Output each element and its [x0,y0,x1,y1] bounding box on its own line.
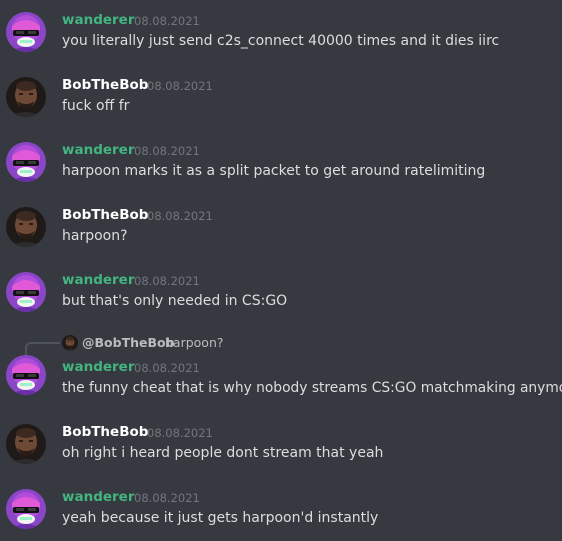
message-author[interactable]: wanderer [62,141,134,159]
wanderer-avatar[interactable] [6,489,46,529]
message-timestamp: 08.08.2021 [147,209,213,223]
message-text: harpoon marks it as a split packet to ge… [62,163,486,179]
message-author[interactable]: wanderer [62,488,134,506]
message-text: fuck off fr [62,98,130,114]
message-timestamp: 08.08.2021 [134,491,200,505]
reply-connector [25,342,60,355]
message: BobTheBob 08.08.2021 oh right i heard pe… [0,422,562,474]
message: BobTheBob 08.08.2021 harpoon? [0,205,562,257]
message-text: harpoon? [62,228,128,244]
bobthebob-avatar[interactable] [6,77,46,117]
message-author[interactable]: BobTheBob [62,423,148,441]
wanderer-avatar[interactable] [6,355,46,395]
message-author[interactable]: wanderer [62,358,134,376]
wanderer-avatar[interactable] [6,12,46,52]
message-timestamp: 08.08.2021 [134,361,200,375]
message: wanderer 08.08.2021 you literally just s… [0,10,562,62]
chat-message-list: wanderer 08.08.2021 you literally just s… [0,0,562,541]
reply-preview[interactable]: @BobTheBob harpoon? [0,333,562,355]
reply-author[interactable]: @BobTheBob [82,334,175,352]
bobthebob-avatar[interactable] [6,424,46,464]
message-with-reply: @BobTheBob harpoon? wanderer 08.08.2021 … [0,333,562,403]
message-timestamp: 08.08.2021 [134,14,200,28]
message-timestamp: 08.08.2021 [147,79,213,93]
message-text: yeah because it just gets harpoon'd inst… [62,510,379,526]
message-author[interactable]: wanderer [62,11,134,29]
message-text: you literally just send c2s_connect 4000… [62,33,500,49]
message-author[interactable]: BobTheBob [62,76,148,94]
message-text: oh right i heard people dont stream that… [62,445,384,461]
wanderer-avatar[interactable] [6,142,46,182]
message-timestamp: 08.08.2021 [134,144,200,158]
message-author[interactable]: wanderer [62,271,134,289]
message-author[interactable]: BobTheBob [62,206,148,224]
reply-text: harpoon? [165,335,224,350]
message: BobTheBob 08.08.2021 fuck off fr [0,75,562,127]
message-text: but that's only needed in CS:GO [62,293,288,309]
message-timestamp: 08.08.2021 [147,426,213,440]
message-timestamp: 08.08.2021 [134,274,200,288]
message: wanderer 08.08.2021 yeah because it just… [0,487,562,539]
reply-avatar [62,335,78,351]
bobthebob-avatar[interactable] [6,207,46,247]
message: wanderer 08.08.2021 but that's only need… [0,270,562,322]
message-text: the funny cheat that is why nobody strea… [62,380,562,396]
wanderer-avatar[interactable] [6,272,46,312]
message: wanderer 08.08.2021 harpoon marks it as … [0,140,562,192]
